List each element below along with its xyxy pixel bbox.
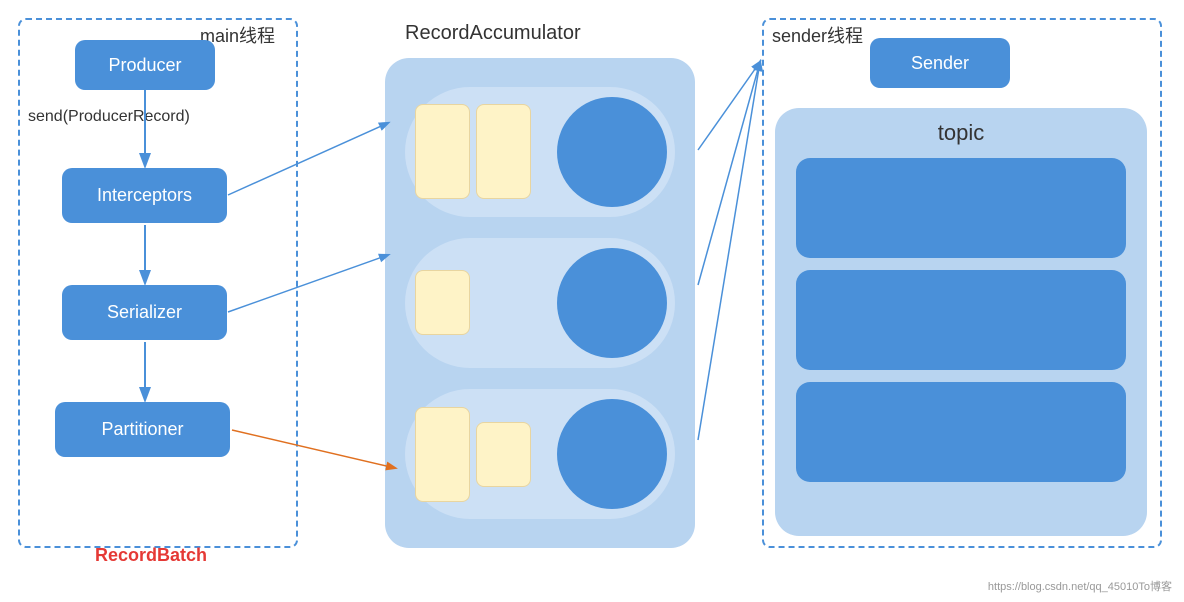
main-thread-box bbox=[18, 18, 298, 548]
producer-label: Producer bbox=[108, 55, 181, 76]
batch-block-2a bbox=[415, 270, 470, 335]
topic-partition-3 bbox=[796, 382, 1126, 482]
topic-partition-2 bbox=[796, 270, 1126, 370]
batch-block-3b bbox=[476, 422, 531, 487]
diagram-container: main线程 Producer send(ProducerRecord) Int… bbox=[0, 0, 1184, 602]
partitioner-box: Partitioner bbox=[55, 402, 230, 457]
pill-circle-2 bbox=[557, 248, 667, 358]
send-label: send(ProducerRecord) bbox=[28, 108, 190, 126]
interceptors-box: Interceptors bbox=[62, 168, 227, 223]
batch-block-3a bbox=[415, 407, 470, 502]
serializer-box: Serializer bbox=[62, 285, 227, 340]
pill-circle-1 bbox=[557, 97, 667, 207]
pill-row-2 bbox=[405, 238, 675, 368]
accumulator-title: RecordAccumulator bbox=[405, 22, 581, 45]
sender-box: Sender bbox=[870, 38, 1010, 88]
topic-container: topic bbox=[775, 108, 1147, 536]
watermark: https://blog.csdn.net/qq_45010To博客 bbox=[988, 578, 1172, 594]
batch-block-1b bbox=[476, 104, 531, 199]
accumulator-container bbox=[385, 58, 695, 548]
topic-partition-1 bbox=[796, 158, 1126, 258]
record-batch-label: RecordBatch bbox=[95, 545, 207, 566]
topic-label: topic bbox=[938, 120, 984, 146]
partitioner-label: Partitioner bbox=[101, 419, 183, 440]
producer-box: Producer bbox=[75, 40, 215, 90]
pill-circle-3 bbox=[557, 399, 667, 509]
pill-row-3 bbox=[405, 389, 675, 519]
pill-row-1 bbox=[405, 87, 675, 217]
sender-thread-label: sender线程 bbox=[772, 22, 863, 48]
sender-label: Sender bbox=[911, 53, 969, 74]
serializer-label: Serializer bbox=[107, 302, 182, 323]
interceptors-label: Interceptors bbox=[97, 185, 192, 206]
batch-block-1a bbox=[415, 104, 470, 199]
